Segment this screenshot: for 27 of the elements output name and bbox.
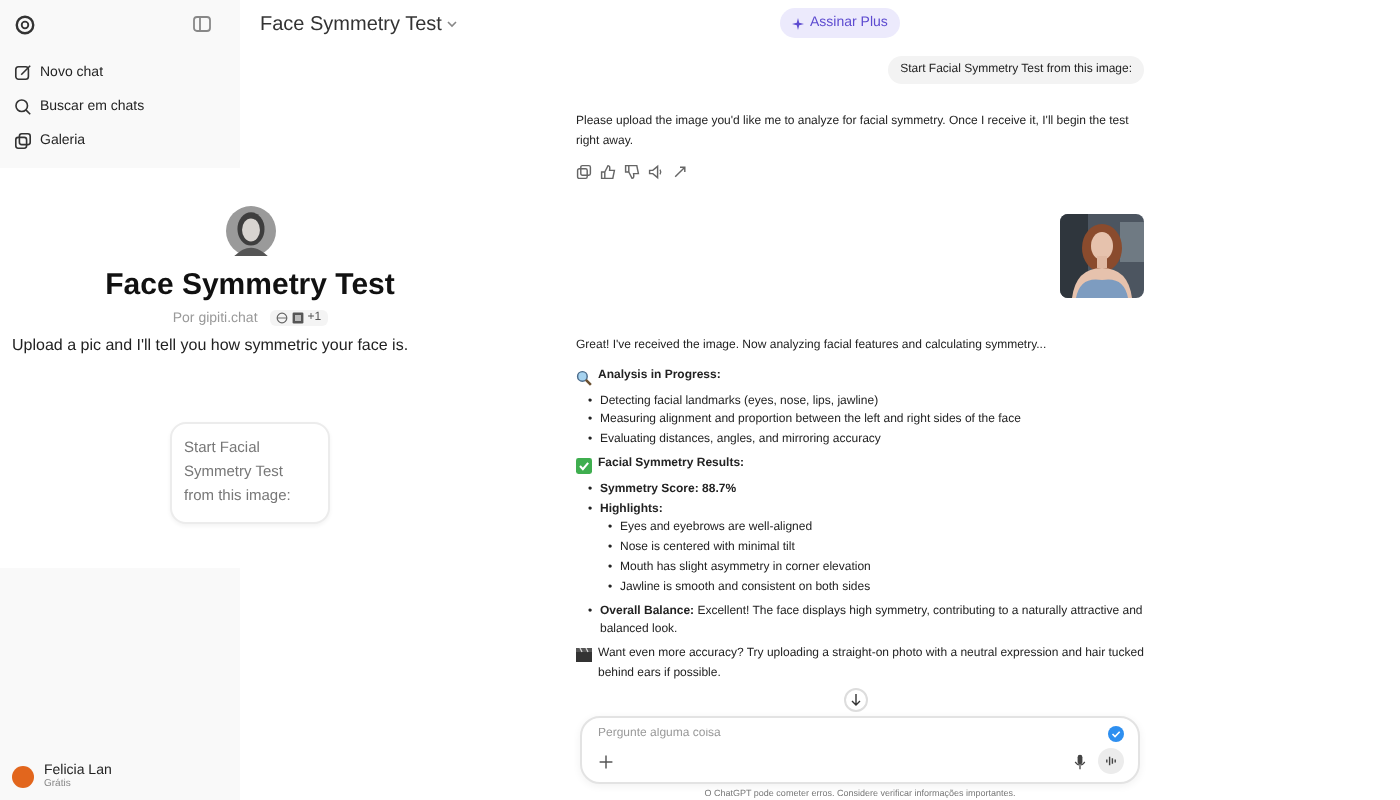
verified-icon	[1108, 726, 1124, 742]
logo-icon	[14, 13, 36, 35]
user-avatar[interactable]	[12, 765, 34, 787]
microphone-icon[interactable]	[1072, 753, 1088, 769]
speaker-icon[interactable]	[648, 164, 664, 180]
magnifier-icon	[576, 369, 592, 386]
scroll-down-button[interactable]	[844, 688, 868, 712]
sparkle-icon	[792, 17, 804, 29]
caret-icon	[445, 18, 458, 30]
arrow-down-icon	[850, 694, 862, 706]
voice-icon	[1104, 754, 1118, 768]
clapperboard-icon	[576, 648, 592, 663]
edit-icon	[14, 64, 32, 82]
globe-icon	[275, 312, 288, 324]
gallery-icon	[14, 132, 32, 150]
sidebar-toggle-icon[interactable]	[192, 14, 212, 34]
thumbs-up-icon[interactable]	[600, 164, 616, 180]
gpt-title: Face Symmetry Test	[105, 268, 395, 302]
checkmark-icon	[576, 457, 592, 474]
copy-icon[interactable]	[576, 164, 592, 180]
search-icon	[14, 98, 32, 116]
chat-title[interactable]: Face Symmetry Test	[260, 13, 458, 35]
add-icon[interactable]	[598, 753, 614, 769]
gpt-description: Upload a pic and I'll tell you how symmetric your face is.	[12, 336, 409, 354]
voice-button[interactable]	[1098, 748, 1124, 774]
image-icon	[291, 312, 304, 324]
thumbs-down-icon[interactable]	[624, 164, 640, 180]
